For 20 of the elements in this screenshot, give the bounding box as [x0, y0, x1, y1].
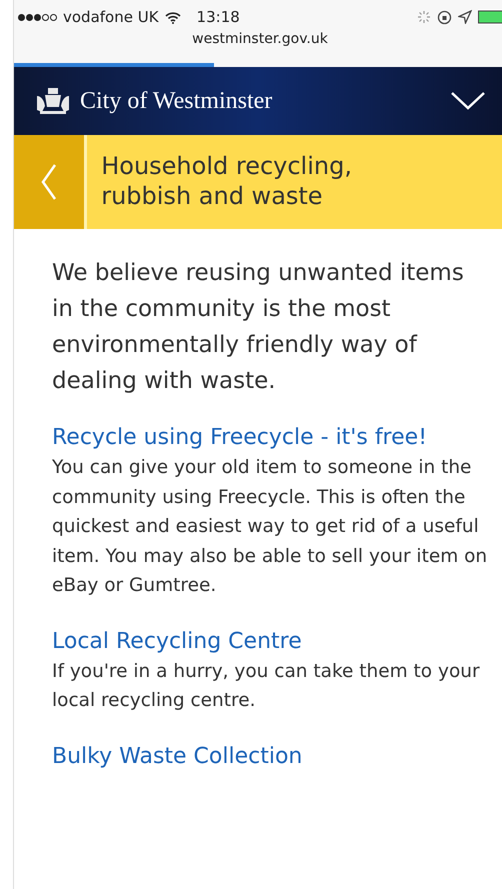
intro-paragraph: We believe reusing unwanted items in the community is the most environmentally friendly way of dealing with waste. [52, 259, 465, 396]
status-time: 13:18 [196, 8, 240, 26]
address-bar-url[interactable]: westminster.gov.uk [18, 31, 502, 47]
crest-logo-icon [34, 86, 72, 116]
option-description: You can give your old item to someone in the community using Freecycle. This is often the quickest and easiest way to get rid of a useful item. You may also be able to sell your item on eBay or Gumtree. [52, 456, 488, 598]
back-chevron-icon [41, 163, 58, 201]
rotation-lock-icon [437, 10, 452, 24]
option-link[interactable]: Local Recycling Centre [52, 628, 302, 654]
brightness-icon [417, 10, 431, 24]
option-link[interactable]: Recycle using Freecycle - it's free! [52, 425, 428, 450]
battery-icon [478, 10, 502, 24]
menu-chevron-icon[interactable] [450, 91, 486, 111]
carrier-name: vodafone UK [63, 8, 159, 26]
section-title: Household recycling, rubbish and waste [100, 151, 353, 212]
signal-icon [18, 14, 57, 20]
option-description: If you're in a hurry, you can take them to your local recycling centre. [52, 660, 481, 713]
option-link[interactable]: Bulky Waste Collection [52, 744, 302, 768]
location-icon [458, 10, 472, 24]
wifi-icon [164, 10, 181, 24]
site-title[interactable]: City of Westminster [80, 88, 272, 114]
